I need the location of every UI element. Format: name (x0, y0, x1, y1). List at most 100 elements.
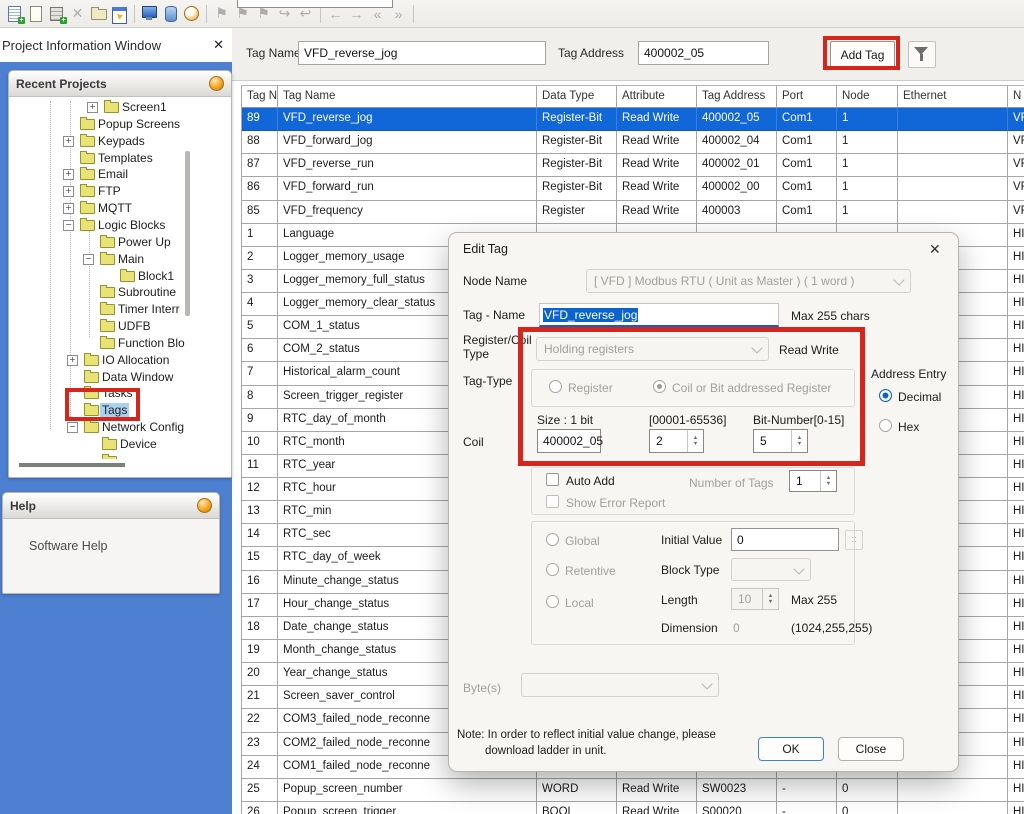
cell-nn: HI (1008, 571, 1024, 594)
expand-icon[interactable]: + (63, 186, 74, 197)
tree-item-label[interactable]: Timer Interr (116, 302, 182, 316)
collapse-icon[interactable]: − (67, 422, 78, 433)
dialog-close-icon[interactable]: ✕ (929, 241, 941, 258)
tree-item-keypads[interactable]: + Keypads (9, 133, 187, 149)
help-link[interactable]: Software Help (29, 539, 108, 553)
tree-item-mqtt[interactable]: + MQTT (9, 200, 187, 216)
folder-icon (100, 338, 115, 349)
tree-item-timer-interr[interactable]: Timer Interr (9, 301, 187, 317)
tree-item-label[interactable]: Templates (96, 151, 155, 165)
table-row-25[interactable]: 25Popup_screen_numberWORDRead WriteSW002… (242, 779, 1024, 802)
tree-item-label[interactable]: Function Blo (116, 336, 187, 350)
tree-item-label[interactable]: Network Config (100, 420, 186, 434)
column-header-addr[interactable]: Tag Address (697, 85, 777, 108)
tree-item-io-allocation[interactable]: + IO Allocation (9, 352, 187, 368)
column-header-no[interactable]: Tag No (242, 85, 278, 108)
delete-icon[interactable]: ✕ (68, 4, 87, 23)
tree-item-templates[interactable]: Templates (9, 150, 187, 166)
collapse-icon[interactable]: − (63, 220, 74, 231)
screen-window-icon[interactable] (110, 4, 129, 23)
tree-item-label[interactable]: Popup Screens (96, 117, 182, 131)
expand-icon[interactable]: + (63, 203, 74, 214)
tree-item-label[interactable]: Logic Blocks (96, 218, 167, 232)
column-header-attr[interactable]: Attribute (617, 85, 697, 108)
tree-item-label[interactable]: Email (96, 167, 130, 181)
column-header-nn[interactable]: N (1008, 85, 1024, 108)
tag-database-icon[interactable] (161, 4, 180, 23)
tree-item-label[interactable]: Subroutine (116, 285, 178, 299)
tree-item-network-config[interactable]: − Network Config (9, 419, 187, 435)
tree-item-data-window[interactable]: Data Window (9, 369, 187, 385)
table-row-88[interactable]: 88VFD_forward_jogRegister-BitRead Write4… (242, 131, 1024, 154)
tree-item-logic-blocks[interactable]: − Logic Blocks (9, 217, 187, 233)
stepper-arrows-icon[interactable]: ▲▼ (820, 471, 836, 491)
tree-item-label[interactable]: Data Window (100, 370, 175, 384)
expand-icon[interactable]: + (63, 169, 74, 180)
add-database-icon[interactable]: + (47, 4, 66, 23)
initial-value-input[interactable]: 0 (731, 528, 839, 551)
folder-icon (102, 456, 117, 459)
new-page-icon[interactable] (26, 4, 45, 23)
table-row-85[interactable]: 85VFD_frequencyRegisterRead Write400003C… (242, 201, 1024, 224)
tree-item-screen1[interactable]: + Screen1 (9, 99, 187, 115)
tree-item-ftp[interactable]: + FTP (9, 183, 187, 199)
add-notebook-icon[interactable]: + (5, 4, 24, 23)
expand-icon[interactable]: + (67, 355, 78, 366)
column-header-node[interactable]: Node (837, 85, 898, 108)
tree-item-label[interactable]: Main (116, 252, 146, 266)
tree-item-device[interactable]: Device (9, 436, 187, 452)
online-monitor-icon[interactable] (140, 4, 159, 23)
tree-item-stub[interactable] (9, 453, 187, 459)
scheduler-icon[interactable] (182, 4, 201, 23)
decimal-radio-label[interactable]: Decimal (898, 390, 941, 404)
number-of-tags-stepper[interactable]: 1 ▲▼ (789, 470, 837, 492)
tree-item-label[interactable]: Screen1 (120, 100, 169, 114)
filter-button[interactable] (908, 41, 936, 68)
table-row-87[interactable]: 87VFD_reverse_runRegister-BitRead Write4… (242, 154, 1024, 177)
tree-horizontal-scrollbar[interactable] (19, 463, 125, 467)
tree-item-label[interactable]: FTP (96, 184, 123, 198)
tree-item-email[interactable]: + Email (9, 166, 187, 182)
close-panel-icon[interactable]: ✕ (213, 37, 224, 53)
tree-item-main[interactable]: − Main (9, 251, 187, 267)
tree-vertical-scrollbar[interactable] (185, 151, 190, 316)
compile-icon[interactable]: ⚑ (212, 4, 231, 23)
tree-item-label[interactable]: Keypads (96, 134, 147, 148)
local-radio (546, 595, 559, 608)
auto-add-checkbox[interactable] (546, 473, 559, 486)
decimal-radio[interactable] (879, 389, 892, 402)
column-header-dtype[interactable]: Data Type (537, 85, 617, 108)
tree-item-popup-screens[interactable]: Popup Screens (9, 116, 187, 132)
table-row-89[interactable]: 89VFD_reverse_jogRegister-BitRead Write4… (242, 108, 1024, 131)
tree-item-label[interactable]: IO Allocation (100, 353, 171, 367)
hex-radio[interactable] (879, 419, 892, 432)
tag-address-input[interactable]: 400002_05 (638, 41, 769, 65)
tree-item-label[interactable]: Device (118, 437, 159, 451)
ok-button[interactable]: OK (758, 737, 824, 761)
close-button[interactable]: Close (838, 737, 904, 761)
collapse-sphere-icon[interactable] (209, 76, 224, 91)
tag-name-input[interactable]: VFD_reverse_jog (298, 41, 546, 65)
dialog-tag-name-input[interactable]: VFD_reverse_jog (539, 303, 779, 327)
table-row-86[interactable]: 86VFD_forward_runRegister-BitRead Write4… (242, 177, 1024, 200)
tree-item-label[interactable]: MQTT (96, 201, 134, 215)
expand-icon[interactable]: + (63, 136, 74, 147)
open-project-icon[interactable] (89, 4, 108, 23)
column-header-eth[interactable]: Ethernet (898, 85, 1008, 108)
tree-item-label[interactable]: Block1 (136, 269, 176, 283)
tree-item-label[interactable]: UDFB (116, 319, 153, 333)
tree-item-udfb[interactable]: UDFB (9, 318, 187, 334)
collapse-sphere-icon[interactable] (197, 498, 212, 513)
tree-item-label[interactable]: Power Up (116, 235, 173, 249)
auto-add-label[interactable]: Auto Add (566, 474, 615, 488)
tree-item-power-up[interactable]: Power Up (9, 234, 187, 250)
tree-item-block1[interactable]: Block1 (9, 268, 187, 284)
tree-item-function-blo[interactable]: Function Blo (9, 335, 187, 351)
collapse-icon[interactable]: − (83, 254, 94, 265)
hex-radio-label[interactable]: Hex (898, 420, 919, 434)
table-row-26[interactable]: 26Popup_screen_triggerBOOLRead WriteS000… (242, 802, 1024, 814)
column-header-port[interactable]: Port (777, 85, 837, 108)
tree-item-subroutine[interactable]: Subroutine (9, 284, 187, 300)
expand-icon[interactable]: + (87, 102, 98, 113)
column-header-name[interactable]: Tag Name (278, 85, 537, 108)
